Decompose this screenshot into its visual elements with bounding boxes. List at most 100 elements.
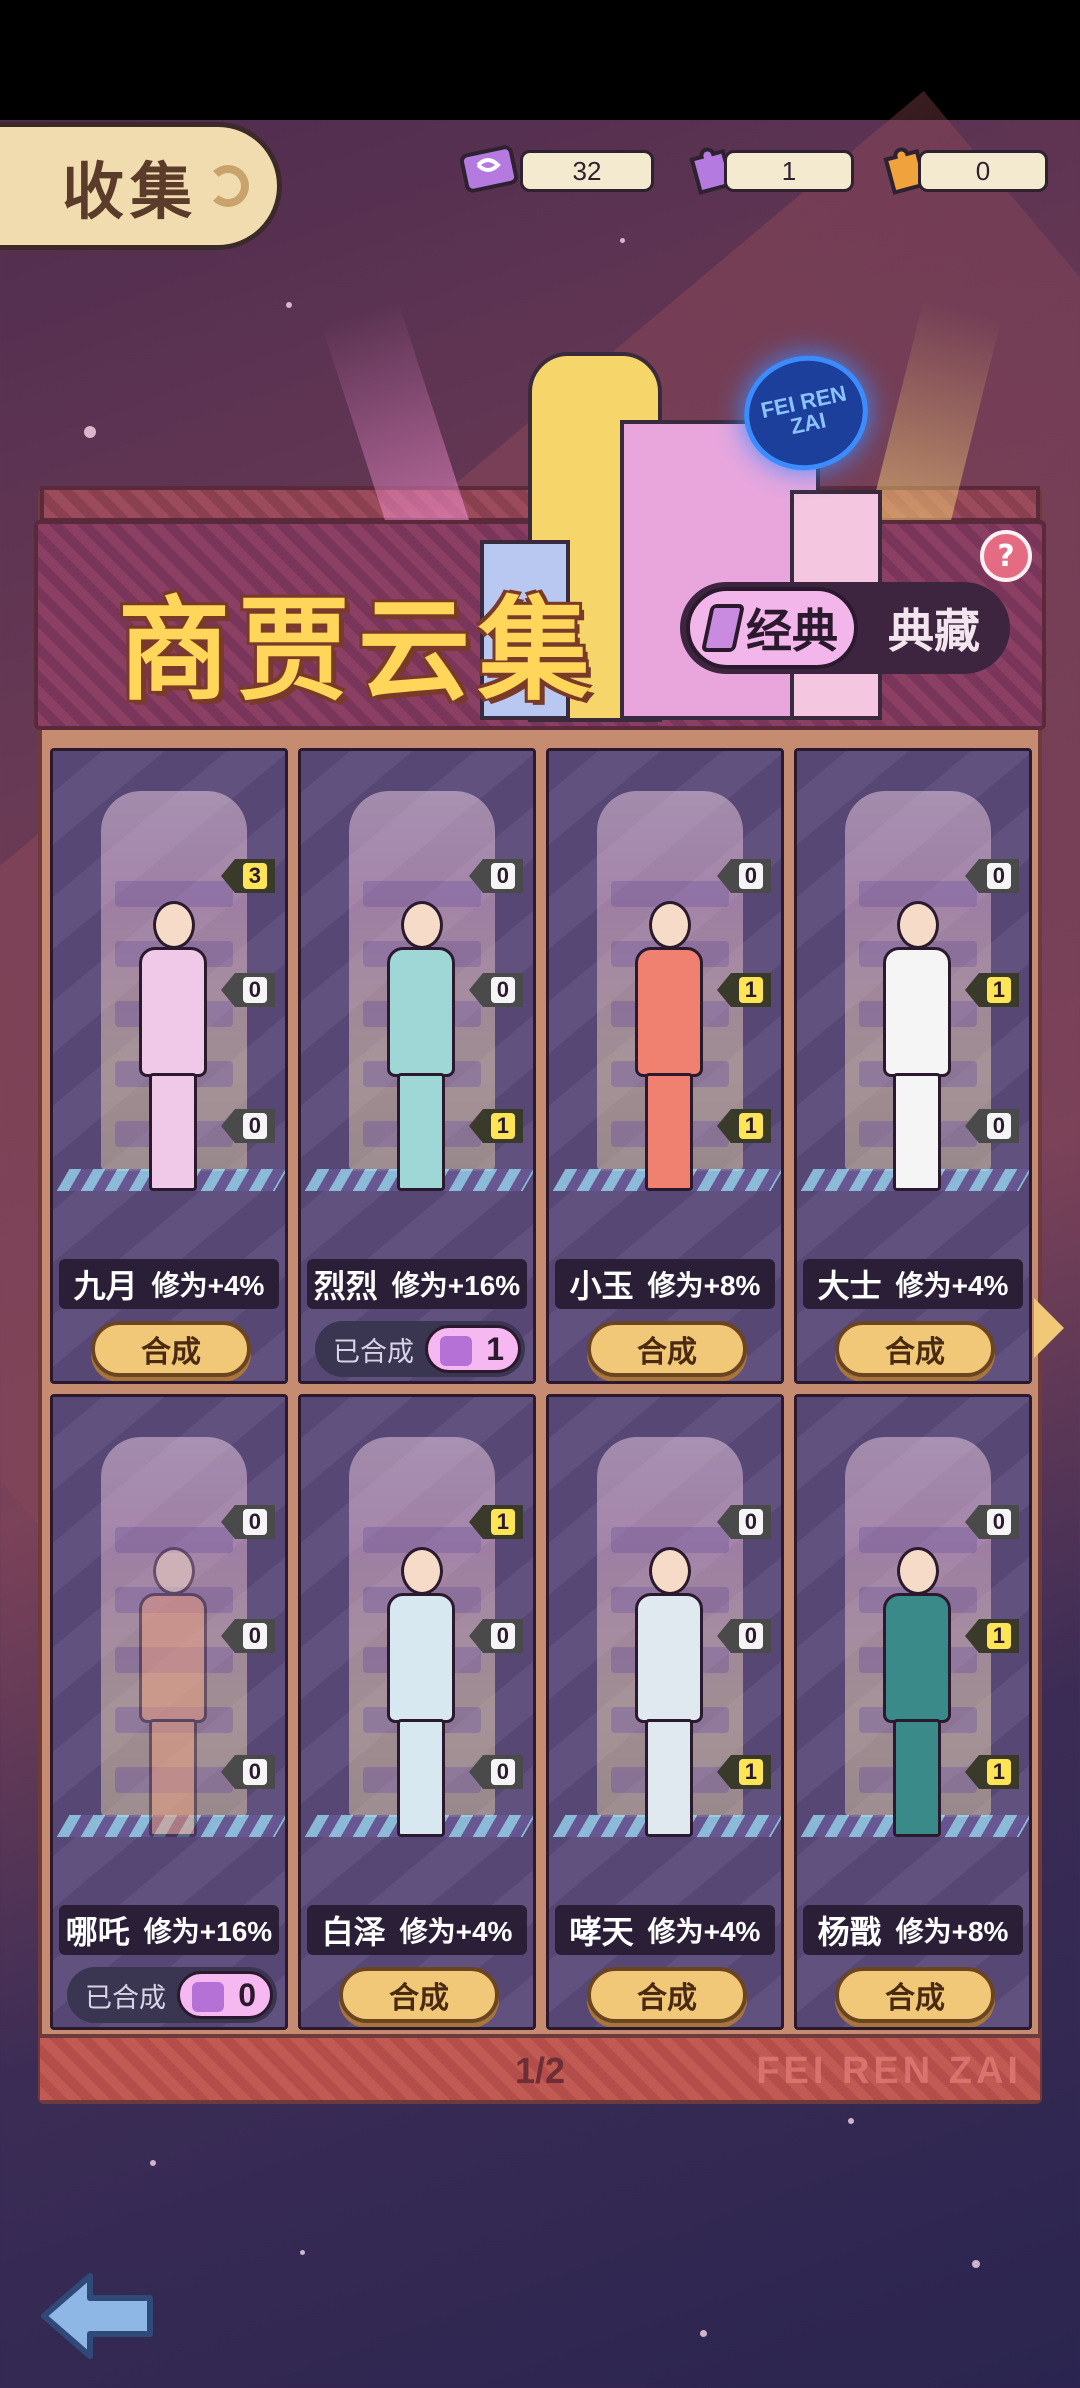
character-name-bar: 大士 修为+4%	[803, 1259, 1023, 1309]
card-grid: 3 0 0 九月 修为+4% 合成 0 0 1 烈烈 修为+16% 已合成 1 0 1 1 小玉 修为+8% 合成 0…	[50, 748, 1032, 2030]
piece-count-value: 1	[986, 1623, 1011, 1649]
category-toggle: 经典 典藏	[680, 582, 1010, 674]
character-bonus: 修为+4%	[399, 1916, 513, 1947]
synthesize-button[interactable]: 合成	[587, 1321, 747, 1377]
character-bonus: 修为+4%	[647, 1916, 761, 1947]
character-name: 大士	[817, 1268, 882, 1304]
character-name: 哪吒	[65, 1914, 130, 1950]
character-name-bar: 小玉 修为+8%	[555, 1259, 775, 1309]
sparkle	[84, 426, 96, 438]
character-card[interactable]: 0 0 0 哪吒 修为+16% 已合成 0	[50, 1394, 288, 2030]
character-card[interactable]: 0 0 1 哮天 修为+4% 合成	[546, 1394, 784, 2030]
piece-count-value: 1	[490, 1113, 515, 1139]
figure-legs	[397, 1719, 445, 1837]
figure-head	[649, 1547, 691, 1595]
piece-count-value: 0	[986, 1113, 1011, 1139]
synthesize-button[interactable]: 合成	[339, 1967, 499, 2023]
sparkle	[150, 2160, 156, 2166]
tab-collection-edition[interactable]: 典藏	[858, 595, 1010, 661]
synthesize-button[interactable]: 合成	[587, 1967, 747, 2023]
character-bonus: 修为+8%	[895, 1916, 1009, 1947]
synthesized-label: 已合成	[85, 1982, 166, 2013]
character-card[interactable]: 0 1 1 小玉 修为+8% 合成	[546, 748, 784, 1384]
character-card[interactable]: 0 1 1 杨戬 修为+8% 合成	[794, 1394, 1032, 2030]
puzzle-icon	[192, 1982, 224, 2012]
synthesize-button[interactable]: 合成	[835, 1321, 995, 1377]
piece-count-value: 0	[738, 863, 763, 889]
figure-head	[401, 1547, 443, 1595]
figure-legs	[149, 1073, 197, 1191]
synthesize-button[interactable]: 合成	[835, 1967, 995, 2023]
sparkle	[700, 2330, 707, 2337]
puzzle-icon	[440, 1336, 472, 1366]
purple-puzzle-value: 1	[781, 155, 797, 186]
figure-head	[401, 901, 443, 949]
character-card[interactable]: 0 1 0 大士 修为+4% 合成	[794, 748, 1032, 1384]
figure-legs	[893, 1719, 941, 1837]
piece-count-value: 0	[242, 1759, 267, 1785]
piece-count-value: 1	[986, 1759, 1011, 1785]
character-bonus: 修为+16%	[391, 1270, 521, 1301]
figure-body	[387, 1593, 455, 1723]
next-page-icon[interactable]	[1034, 1298, 1064, 1358]
synthesized-label: 已合成	[333, 1336, 414, 1367]
tab-classic[interactable]: 经典	[686, 587, 858, 669]
character-figure	[879, 1547, 955, 1847]
back-arrow-icon[interactable]	[38, 2268, 158, 2364]
collection-tab-label: 收集	[62, 158, 199, 227]
ticket-count: 32	[520, 150, 654, 192]
sparkle	[300, 2250, 305, 2255]
book-icon	[700, 604, 746, 652]
sparkle	[848, 2118, 854, 2124]
character-name-bar: 杨戬 修为+8%	[803, 1905, 1023, 1955]
character-card[interactable]: 0 0 1 烈烈 修为+16% 已合成 1	[298, 748, 536, 1384]
piece-count-value: 0	[242, 977, 267, 1003]
question-icon[interactable]: ?	[980, 530, 1032, 582]
character-name: 九月	[73, 1268, 138, 1304]
figure-body	[635, 947, 703, 1077]
figure-head	[153, 1547, 195, 1595]
purple-puzzle-count: 1	[724, 150, 854, 192]
piece-count-value: 0	[986, 863, 1011, 889]
figure-head	[897, 901, 939, 949]
character-bonus: 修为+8%	[647, 1270, 761, 1301]
orange-puzzle-value: 0	[975, 155, 991, 186]
piece-count-value: 0	[242, 1623, 267, 1649]
figure-legs	[397, 1073, 445, 1191]
figure-body	[635, 1593, 703, 1723]
character-bonus: 修为+4%	[151, 1270, 265, 1301]
character-name: 小玉	[569, 1268, 634, 1304]
help-label: ?	[997, 538, 1015, 574]
figure-head	[649, 901, 691, 949]
puzzle-count-badge: 0	[177, 1971, 273, 2019]
piece-count-value: 0	[490, 977, 515, 1003]
character-figure	[383, 1547, 459, 1847]
figure-legs	[893, 1073, 941, 1191]
tab-classic-label: 经典	[746, 605, 838, 657]
piece-count-value: 1	[738, 1759, 763, 1785]
character-name-bar: 哪吒 修为+16%	[59, 1905, 279, 1955]
ticket-value: 32	[572, 155, 602, 186]
orange-puzzle-count: 0	[918, 150, 1048, 192]
piece-count-value: 0	[986, 1509, 1011, 1535]
character-name-bar: 白泽 修为+4%	[307, 1905, 527, 1955]
piece-count-value: 1	[738, 1113, 763, 1139]
synthesized-status: 已合成 0	[67, 1967, 277, 2023]
figure-legs	[149, 1719, 197, 1837]
piece-count-value: 1	[490, 1509, 515, 1535]
character-name: 白泽	[321, 1914, 386, 1950]
character-card[interactable]: 3 0 0 九月 修为+4% 合成	[50, 748, 288, 1384]
character-bonus: 修为+16%	[143, 1916, 273, 1947]
character-figure	[631, 901, 707, 1201]
puzzle-count-badge: 1	[425, 1325, 521, 1373]
figure-head	[897, 1547, 939, 1595]
piece-count-value: 0	[738, 1509, 763, 1535]
collection-tab[interactable]: 收集	[0, 122, 282, 250]
character-figure	[383, 901, 459, 1201]
character-name-bar: 九月 修为+4%	[59, 1259, 279, 1309]
character-card[interactable]: 1 0 0 白泽 修为+4% 合成	[298, 1394, 536, 2030]
figure-body	[139, 1593, 207, 1723]
synthesize-button[interactable]: 合成	[91, 1321, 251, 1377]
piece-count-value: 1	[986, 977, 1011, 1003]
piece-count-value: 0	[490, 863, 515, 889]
